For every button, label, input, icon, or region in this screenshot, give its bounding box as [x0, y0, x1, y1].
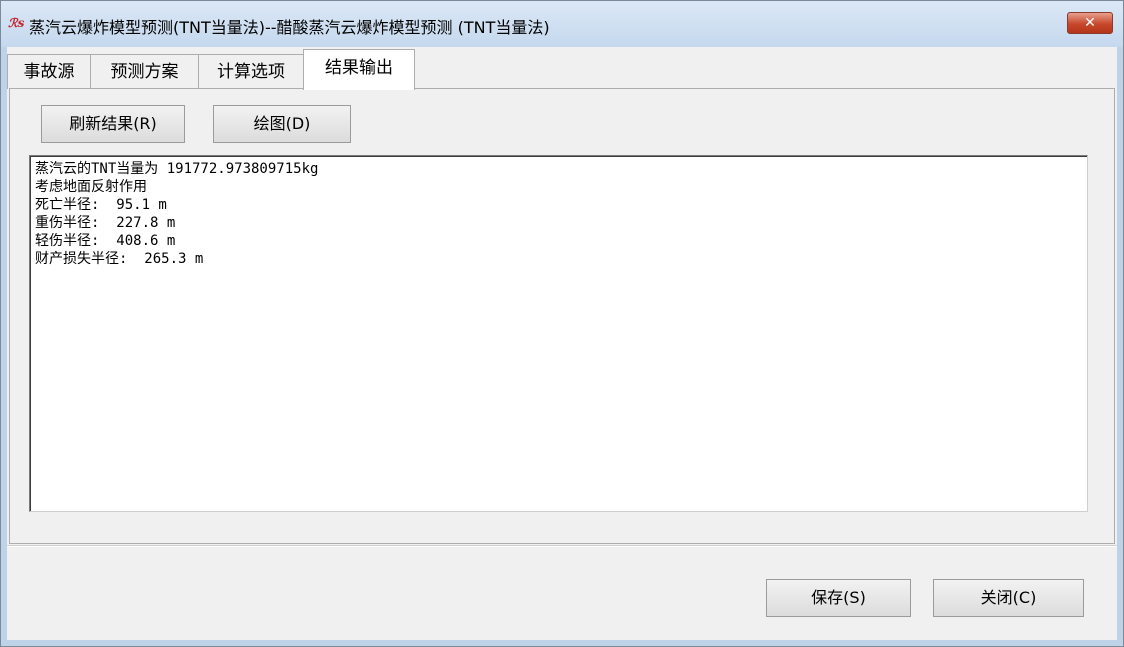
close-window-button[interactable]: ✕ — [1067, 12, 1113, 34]
result-line: 轻伤半径: 408.6 m — [35, 233, 176, 249]
result-line: 死亡半径: 95.1 m — [35, 197, 167, 213]
tab-prediction-plan[interactable]: 预测方案 — [90, 54, 199, 89]
tab-label: 预测方案 — [110, 62, 179, 82]
tab-calc-options[interactable]: 计算选项 — [198, 54, 304, 89]
tab-result-output[interactable]: 结果输出 — [303, 49, 415, 90]
result-line: 考虑地面反射作用 — [35, 179, 147, 195]
dialog-client-area: 事故源 预测方案 计算选项 结果输出 刷新结果(R) 绘图(D) 蒸汽云的TNT… — [7, 47, 1117, 640]
plot-label: 绘图(D) — [253, 114, 311, 133]
refresh-results-button[interactable]: 刷新结果(R) — [41, 105, 185, 143]
save-button[interactable]: 保存(S) — [766, 579, 911, 617]
close-icon: ✕ — [1084, 15, 1096, 31]
tab-accident-source[interactable]: 事故源 — [7, 54, 91, 89]
refresh-results-label: 刷新结果(R) — [69, 114, 157, 133]
tab-label: 事故源 — [23, 62, 75, 82]
tab-label: 计算选项 — [217, 62, 285, 82]
result-line: 蒸汽云的TNT当量为 191772.973809715kg — [35, 161, 319, 177]
result-line: 重伤半径: 227.8 m — [35, 215, 176, 231]
footer-divider — [7, 545, 1117, 547]
results-textarea[interactable]: 蒸汽云的TNT当量为 191772.973809715kg 考虑地面反射作用 死… — [29, 155, 1088, 512]
rs-logo-icon: ℛs — [8, 16, 25, 30]
title-bar[interactable]: ℛs 蒸汽云爆炸模型预测(TNT当量法)--醋酸蒸汽云爆炸模型预测 (TNT当量… — [1, 1, 1123, 47]
save-label: 保存(S) — [811, 588, 866, 607]
close-label: 关闭(C) — [980, 588, 1037, 607]
tab-label: 结果输出 — [325, 58, 393, 78]
plot-button[interactable]: 绘图(D) — [213, 105, 351, 143]
window-title: 蒸汽云爆炸模型预测(TNT当量法)--醋酸蒸汽云爆炸模型预测 (TNT当量法) — [29, 18, 550, 37]
result-line: 财产损失半径: 265.3 m — [35, 251, 204, 267]
result-output-panel: 刷新结果(R) 绘图(D) 蒸汽云的TNT当量为 191772.97380971… — [9, 88, 1115, 544]
dialog-window: ℛs 蒸汽云爆炸模型预测(TNT当量法)--醋酸蒸汽云爆炸模型预测 (TNT当量… — [0, 0, 1124, 647]
close-button[interactable]: 关闭(C) — [933, 579, 1084, 617]
tab-strip: 事故源 预测方案 计算选项 结果输出 — [7, 47, 1117, 90]
